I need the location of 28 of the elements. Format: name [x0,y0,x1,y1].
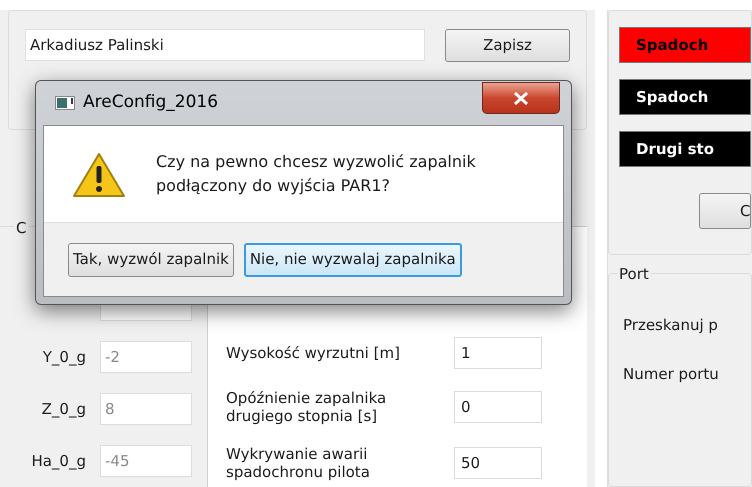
value-field[interactable]: 1 [454,337,542,369]
field-label: Przeskanuj p [623,315,719,336]
window-title: AreConfig_2016 [83,91,218,114]
status-indicator: Spadoch [619,79,752,115]
dialog-button[interactable]: Tak, wyzwól zapalnik [68,242,234,276]
value-field[interactable]: -45 [100,445,192,477]
field-label: Numer portu [623,364,720,384]
field-label: Opóźnienie zapalnika drugiego stopnia [s] [226,389,388,425]
name-field[interactable]: Arkadiusz Palinski [25,29,425,61]
app-icon [55,96,75,110]
dialog-message: Czy na pewno chcesz wyzwolić zapalnik podłączony do wyjścia PAR1? [156,151,477,197]
value-field[interactable]: 8 [100,393,192,425]
save-button[interactable]: Zapisz [445,29,570,62]
status-indicator: Drugi sto [619,131,752,167]
field-label: Wysokość wyrzutni [m] [226,344,401,362]
action-button[interactable]: C [699,193,752,229]
field-label: Y_0_g [42,346,86,368]
field-label: Ha_0_g [30,450,86,472]
value-field[interactable]: 50 [454,447,542,479]
field-label: Wykrywanie awarii spadochronu pilota [226,445,371,481]
value-field[interactable]: -2 [100,341,192,373]
status-indicator: Spadoch [619,27,752,63]
close-button[interactable] [482,82,560,114]
value-field[interactable]: 0 [454,391,542,423]
close-icon [513,92,529,104]
field-label: Z_0_g [40,398,86,420]
warning-icon [72,152,126,198]
dialog-button[interactable]: Nie, nie wyzwalaj zapalnika [244,242,462,276]
